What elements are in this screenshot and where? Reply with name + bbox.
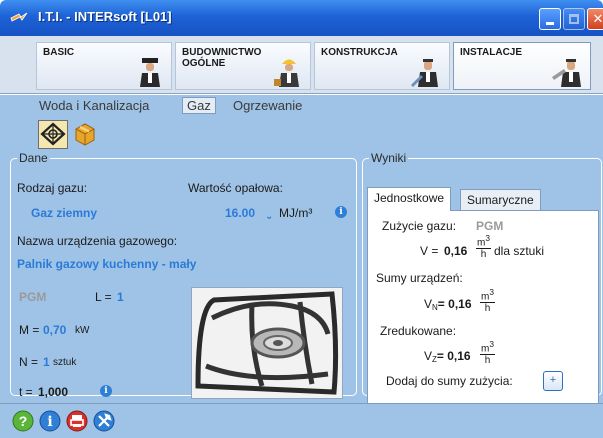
device-code: PGM — [19, 290, 47, 304]
module-label: BASIC — [43, 47, 75, 58]
bottom-toolbar: ? i — [0, 403, 603, 438]
svg-text:i: i — [47, 414, 52, 430]
wyniki-group: Wyniki Jednostkowe Sumaryczne Zużycie ga… — [362, 151, 602, 404]
module-label: INSTALACJE — [460, 47, 523, 58]
t-info-icon[interactable]: i — [100, 385, 112, 397]
installer-figure-icon — [552, 59, 581, 87]
minimize-button[interactable] — [539, 8, 561, 30]
subnav-gaz[interactable]: Gaz — [182, 97, 216, 114]
m-label: M = — [19, 323, 40, 337]
n-unit: sztuk — [53, 357, 77, 368]
info-icon[interactable]: i — [39, 410, 61, 432]
l-label: L = — [95, 290, 112, 304]
consumption-label: Zużycie gazu: — [382, 219, 457, 233]
module-tab-instalacje[interactable]: INSTALACJE — [453, 42, 591, 90]
t-value: 1,000 — [38, 385, 69, 399]
stove-burner-illustration — [192, 288, 342, 398]
vn-value: = 0,16 — [437, 297, 472, 311]
t-label: t = — [19, 385, 33, 399]
maximize-icon — [569, 14, 579, 24]
n-value: 1 — [43, 355, 50, 369]
graduate-figure-icon — [140, 58, 160, 87]
dane-group: Dane Rodzaj gazu: Wartość opałowa: Gaz z… — [10, 151, 357, 399]
reduced-label: Zredukowane: — [380, 324, 457, 338]
calorific-value[interactable]: 16.00 — [225, 206, 255, 220]
consumption-code: PGM — [476, 219, 504, 233]
title-bar: I.T.I. - INTERsoft [L01] ✕ — [0, 0, 603, 36]
module-tab-basic[interactable]: BASIC — [36, 42, 172, 90]
v-unit: m3 h — [476, 233, 491, 260]
module-label: BUDOWNICTWO OGÓLNE — [182, 47, 262, 69]
results-panel: Zużycie gazu: PGM V = 0,16 m3 h dla sztu… — [367, 210, 599, 404]
minimize-icon — [546, 22, 554, 25]
maximize-button[interactable] — [563, 8, 585, 30]
l-value: 1 — [117, 290, 124, 304]
dane-legend: Dane — [19, 151, 48, 165]
vz-formula: VZ= 0,16 — [424, 349, 471, 364]
calorific-label: Wartość opałowa: — [188, 181, 283, 195]
add-to-sum-label: Dodaj do sumy zużycia: — [386, 374, 513, 388]
vn-unit: m3 h — [480, 287, 495, 314]
v-value: 0,16 — [444, 244, 468, 258]
module-tab-konstrukcja[interactable]: KONSTRUKCJA — [314, 42, 450, 90]
window-title: I.T.I. - INTERsoft [L01] — [38, 9, 172, 24]
content-area: Dane Rodzaj gazu: Wartość opałowa: Gaz z… — [0, 151, 603, 404]
m-unit: kW — [75, 325, 90, 336]
calorific-info-icon[interactable]: i — [335, 206, 347, 218]
icon-toolbar — [0, 117, 603, 153]
tab-sumaryczne[interactable]: Sumaryczne — [460, 189, 541, 210]
device-name-label: Nazwa urządzenia gazowego: — [17, 234, 178, 248]
settings-icon[interactable] — [93, 410, 115, 432]
chevron-down-icon[interactable]: ⌄ — [265, 211, 273, 222]
gas-type-label: Rodzaj gazu: — [17, 181, 88, 195]
close-icon: ✕ — [592, 11, 603, 26]
help-icon[interactable]: ? — [12, 410, 34, 432]
module-label: KONSTRUKCJA — [321, 47, 398, 58]
v-suffix: dla sztuki — [494, 244, 545, 258]
vz-symbol: V — [424, 349, 433, 363]
gas-burner-icon — [40, 122, 66, 146]
module-tab-budownictwo[interactable]: BUDOWNICTWO OGÓLNE — [175, 42, 311, 90]
vn-symbol: V — [424, 297, 433, 311]
unit-exp: 3 — [489, 287, 494, 297]
m-value: 0,70 — [43, 323, 67, 337]
engineer-figure-icon — [411, 59, 438, 87]
v-symbol: V = — [420, 244, 439, 258]
subnav-bar: Woda i Kanalizacja Gaz Ogrzewanie — [0, 95, 603, 117]
vn-formula: VN= 0,16 — [424, 297, 472, 312]
device-name-select[interactable]: Palnik gazowy kuchenny - mały — [17, 257, 196, 271]
gas-type-select[interactable]: Gaz ziemny — [31, 206, 97, 220]
builder-figure-icon — [274, 59, 299, 87]
unit-exp: 3 — [489, 339, 494, 349]
box-icon — [75, 123, 95, 146]
add-to-sum-button[interactable]: + — [543, 371, 563, 391]
box-button[interactable] — [71, 120, 101, 149]
sums-label: Sumy urządzeń: — [376, 271, 463, 285]
unit-exp: 3 — [485, 233, 490, 243]
calorific-unit: MJ/m³ — [279, 206, 313, 220]
wyniki-legend: Wyniki — [371, 151, 407, 165]
close-button[interactable]: ✕ — [587, 8, 603, 30]
unit-h: h — [484, 355, 491, 367]
vz-value: = 0,16 — [436, 349, 471, 363]
stove-image — [191, 287, 343, 399]
subnav-ogrzewanie[interactable]: Ogrzewanie — [233, 98, 302, 113]
module-bar: BASIC BUDOWNICTWO OGÓLNE KONSTRUKCJA INS… — [0, 36, 603, 94]
gas-burner-button[interactable] — [38, 120, 68, 149]
print-icon[interactable] — [66, 410, 88, 432]
unit-h: h — [484, 303, 491, 315]
tab-jednostkowe[interactable]: Jednostkowe — [367, 187, 452, 211]
app-icon — [10, 12, 28, 22]
unit-h: h — [480, 249, 487, 261]
subnav-woda[interactable]: Woda i Kanalizacja — [39, 98, 149, 113]
svg-text:?: ? — [19, 413, 28, 429]
vz-unit: m3 h — [480, 339, 495, 366]
n-label: N = — [19, 355, 39, 369]
